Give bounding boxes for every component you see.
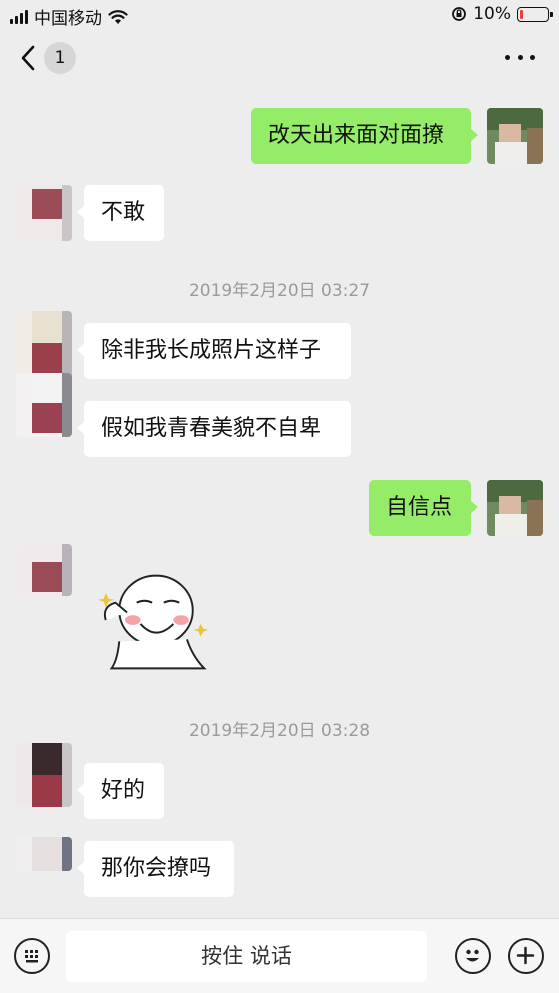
message-bubble[interactable]: 不敢	[77, 185, 164, 241]
battery-icon	[517, 6, 553, 22]
more-dot-icon	[530, 54, 535, 60]
message-row: 假如我青春美貌不自卑	[0, 373, 559, 457]
message-row: 改天出来面对面撩	[0, 108, 559, 164]
message-row	[0, 540, 559, 685]
plus-icon[interactable]	[508, 938, 544, 974]
message-bubble[interactable]: 假如我青春美貌不自卑	[77, 401, 351, 457]
status-bar: 中国移动 10%	[0, 0, 559, 30]
message-row: 自信点	[0, 480, 559, 536]
chat-nav-bar: 1	[0, 30, 559, 86]
message-row: 好的	[0, 743, 559, 819]
emoji-icon[interactable]	[455, 938, 491, 974]
message-bubble[interactable]: 自信点	[369, 480, 478, 536]
battery-level	[520, 9, 523, 19]
sticker-meme-face[interactable]	[96, 564, 216, 680]
chat-input-bar: 按住 说话	[0, 918, 559, 993]
my-avatar[interactable]	[487, 480, 543, 536]
message-row: 那你会撩吗	[0, 837, 559, 897]
more-options-button[interactable]	[505, 44, 535, 70]
message-bubble[interactable]: 好的	[77, 763, 164, 819]
message-bubble[interactable]: 改天出来面对面撩	[251, 108, 478, 164]
chevron-left-icon	[21, 45, 35, 71]
status-right: 10%	[451, 4, 553, 24]
contact-avatar[interactable]	[16, 544, 72, 596]
orientation-lock-icon	[452, 7, 467, 21]
message-row: 除非我长成照片这样子	[0, 311, 559, 379]
signal-strength-icon	[10, 9, 28, 24]
status-left: 中国移动	[10, 4, 128, 29]
message-bubble[interactable]: 除非我长成照片这样子	[77, 323, 351, 379]
message-bubble[interactable]: 那你会撩吗	[77, 841, 234, 897]
keyboard-icon[interactable]	[14, 938, 50, 974]
unread-count-badge: 1	[44, 42, 76, 74]
my-avatar[interactable]	[487, 108, 543, 164]
wifi-icon	[108, 9, 128, 24]
more-dot-icon	[517, 54, 523, 60]
carrier-name: 中国移动	[34, 9, 102, 29]
contact-avatar[interactable]	[16, 373, 72, 437]
more-dot-icon	[505, 54, 510, 60]
message-timestamp: 2019年2月20日 03:28	[188, 721, 371, 741]
battery-percent: 10%	[473, 4, 511, 24]
message-timestamp: 2019年2月20日 03:27	[188, 281, 371, 301]
message-row: 不敢	[0, 185, 559, 241]
back-button[interactable]: 1	[20, 42, 82, 74]
contact-avatar[interactable]	[16, 185, 72, 241]
hold-to-talk-button[interactable]: 按住 说话	[66, 931, 427, 982]
contact-avatar[interactable]	[16, 743, 72, 807]
contact-avatar[interactable]	[16, 837, 72, 871]
contact-avatar[interactable]	[16, 311, 72, 379]
